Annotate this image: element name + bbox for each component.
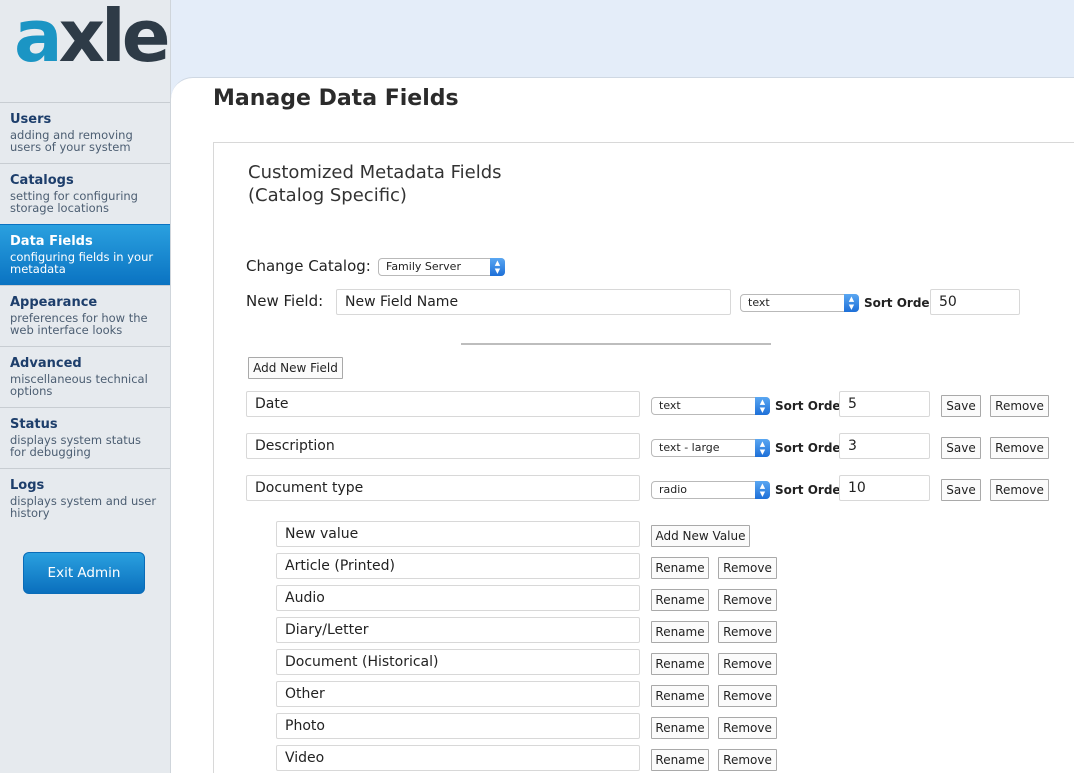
remove-button[interactable]: Remove (718, 589, 777, 611)
catalog-select-value: Family Server (386, 260, 461, 273)
value-name-input[interactable]: Article (Printed) (276, 553, 640, 579)
value-name-input[interactable]: Other (276, 681, 640, 707)
value-name-input[interactable]: Diary/Letter (276, 617, 640, 643)
sidebar-item-logs[interactable]: Logs displays system and user history (0, 468, 170, 529)
remove-button[interactable]: Remove (718, 557, 777, 579)
field-type-select[interactable]: text - large ▲ ▼ (651, 439, 770, 457)
remove-button[interactable]: Remove (718, 653, 777, 675)
sidebar-item-title: Users (10, 112, 52, 127)
main-content: Manage Data Fields Customized Metadata F… (171, 77, 1074, 773)
remove-button[interactable]: Remove (990, 437, 1049, 459)
field-type-value: text - large (659, 441, 720, 454)
sidebar-item-title: Appearance (10, 295, 98, 310)
new-field-label: New Field: (246, 292, 324, 310)
rename-button[interactable]: Rename (651, 717, 709, 739)
sidebar-item-desc: displays system and user history (10, 494, 157, 520)
logo-area: axle (0, 0, 171, 102)
sidebar-item-data-fields[interactable]: Data Fields configuring fields in your m… (0, 224, 170, 285)
sidebar-item-appearance[interactable]: Appearance preferences for how the web i… (0, 285, 170, 346)
sidebar-item-title: Logs (10, 478, 45, 493)
new-field-type-value: text (748, 296, 770, 309)
sidebar-item-title: Data Fields (10, 234, 93, 249)
field-sort-input[interactable]: 10 (839, 475, 930, 501)
sidebar-item-title: Status (10, 417, 58, 432)
remove-button[interactable]: Remove (718, 717, 777, 739)
sidebar-item-title: Catalogs (10, 173, 74, 188)
value-name-input[interactable]: Photo (276, 713, 640, 739)
select-arrows-icon: ▲ ▼ (490, 258, 505, 276)
rename-button[interactable]: Rename (651, 589, 709, 611)
sidebar-item-desc: displays system status for debugging (10, 433, 142, 459)
new-field-type-select[interactable]: text ▲ ▼ (740, 294, 859, 312)
divider (461, 343, 771, 345)
select-arrows-icon: ▲ ▼ (755, 481, 770, 499)
field-sort-input[interactable]: 5 (839, 391, 930, 417)
field-sort-input[interactable]: 3 (839, 433, 930, 459)
sidebar-item-desc: miscellaneous technical options (10, 372, 148, 398)
sidebar-item-catalogs[interactable]: Catalogs setting for configuring storage… (0, 163, 170, 224)
rename-button[interactable]: Rename (651, 685, 709, 707)
fields-panel: Customized Metadata Fields (Catalog Spec… (213, 142, 1074, 773)
axle-logo: axle (14, 0, 171, 78)
sidebar-item-title: Advanced (10, 356, 82, 371)
catalog-select[interactable]: Family Server ▲ ▼ (378, 258, 505, 276)
field-name-input[interactable]: Description (246, 433, 640, 459)
sort-order-label: Sort Order: (864, 296, 941, 310)
remove-button[interactable]: Remove (990, 395, 1049, 417)
field-name-input[interactable]: Date (246, 391, 640, 417)
add-new-value-button[interactable]: Add New Value (651, 525, 750, 547)
field-name-input[interactable]: Document type (246, 475, 640, 501)
save-button[interactable]: Save (941, 437, 981, 459)
remove-button[interactable]: Remove (990, 479, 1049, 501)
field-type-value: text (659, 399, 681, 412)
value-name-input[interactable]: Document (Historical) (276, 649, 640, 675)
exit-admin-button[interactable]: Exit Admin (23, 552, 145, 594)
remove-button[interactable]: Remove (718, 749, 777, 771)
field-type-select[interactable]: radio ▲ ▼ (651, 481, 770, 499)
sidebar: axle Users adding and removing users of … (0, 0, 171, 773)
select-arrows-icon: ▲ ▼ (755, 397, 770, 415)
rename-button[interactable]: Rename (651, 653, 709, 675)
save-button[interactable]: Save (941, 395, 981, 417)
section-title-line: Customized Metadata Fields (248, 162, 502, 183)
rename-button[interactable]: Rename (651, 621, 709, 643)
sidebar-item-desc: setting for configuring storage location… (10, 189, 138, 215)
select-arrows-icon: ▲ ▼ (844, 294, 859, 312)
remove-button[interactable]: Remove (718, 621, 777, 643)
save-button[interactable]: Save (941, 479, 981, 501)
new-value-input[interactable]: New value (276, 521, 640, 547)
new-field-sort-input[interactable]: 50 (930, 289, 1020, 315)
sidebar-item-users[interactable]: Users adding and removing users of your … (0, 102, 170, 163)
field-type-value: radio (659, 483, 688, 496)
sidebar-item-desc: preferences for how the web interface lo… (10, 311, 148, 337)
sidebar-item-status[interactable]: Status displays system status for debugg… (0, 407, 170, 468)
add-new-field-button[interactable]: Add New Field (248, 357, 343, 379)
new-field-name-input[interactable]: New Field Name (336, 289, 731, 315)
section-title-line: (Catalog Specific) (248, 185, 407, 206)
value-name-input[interactable]: Audio (276, 585, 640, 611)
section-title: Customized Metadata Fields (Catalog Spec… (248, 161, 502, 207)
page-title: Manage Data Fields (213, 86, 459, 111)
remove-button[interactable]: Remove (718, 685, 777, 707)
sidebar-item-desc: adding and removing users of your system (10, 128, 133, 154)
rename-button[interactable]: Rename (651, 557, 709, 579)
sidebar-item-advanced[interactable]: Advanced miscellaneous technical options (0, 346, 170, 407)
rename-button[interactable]: Rename (651, 749, 709, 771)
sidebar-item-desc: configuring fields in your metadata (10, 250, 154, 276)
select-arrows-icon: ▲ ▼ (755, 439, 770, 457)
value-name-input[interactable]: Video (276, 745, 640, 771)
field-type-select[interactable]: text ▲ ▼ (651, 397, 770, 415)
change-catalog-label: Change Catalog: (246, 257, 371, 275)
